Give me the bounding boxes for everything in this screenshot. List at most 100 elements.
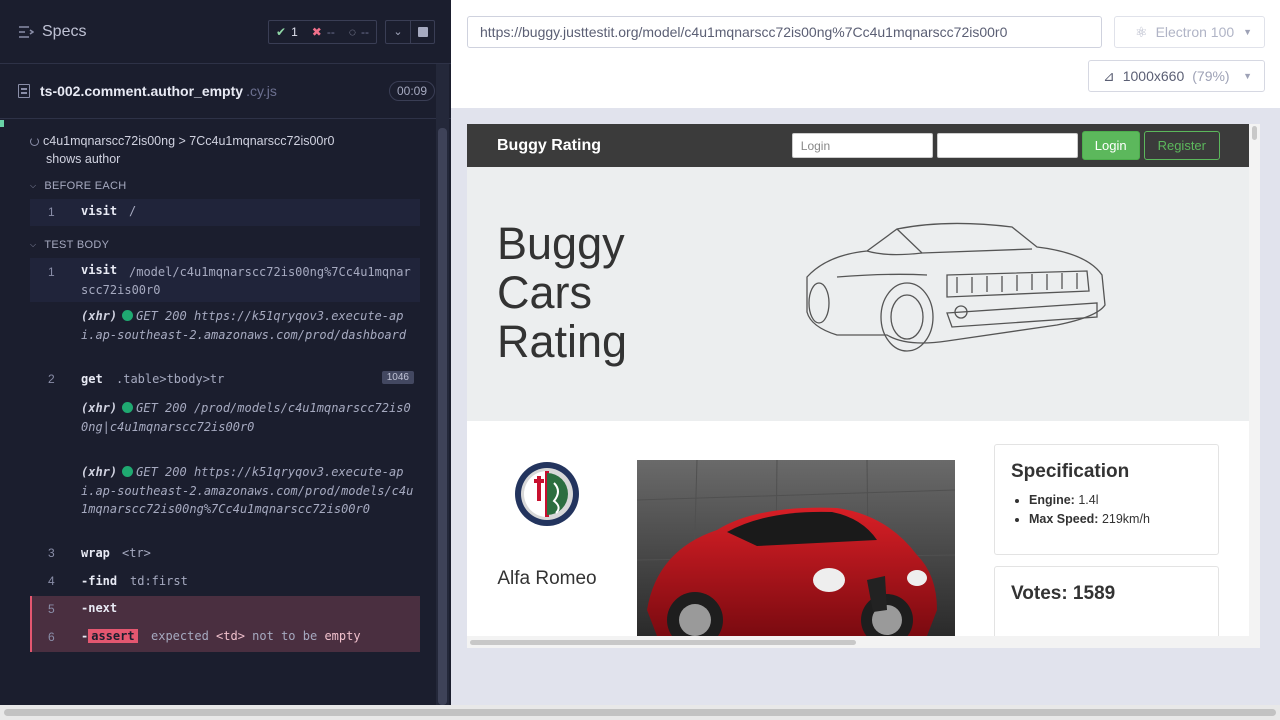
hero-title: Buggy Cars Rating bbox=[497, 219, 627, 366]
spec-item: Max Speed: 219km/h bbox=[1029, 510, 1202, 529]
command-number: 1 bbox=[48, 205, 55, 219]
model-detail: Alfa Romeo Specification Engine: 1.4l bbox=[467, 421, 1249, 636]
test-name: shows author bbox=[46, 152, 121, 166]
file-icon bbox=[18, 84, 30, 98]
failed-stat: ✖ -- bbox=[305, 25, 342, 39]
command-number: 2 bbox=[48, 372, 55, 386]
chevron-down-icon: ⌵ bbox=[30, 240, 37, 249]
test-body-label: TEST BODY bbox=[44, 239, 110, 251]
command-row[interactable]: 1 visit / bbox=[30, 199, 420, 226]
page-horizontal-scrollbar[interactable] bbox=[0, 705, 1280, 720]
failed-count: -- bbox=[326, 24, 335, 39]
element-count-badge: 1046 bbox=[381, 371, 414, 384]
command-number: 3 bbox=[48, 546, 55, 560]
progress-indicator bbox=[0, 120, 4, 127]
browser-selector[interactable]: ⚛ Electron 100 ▼ bbox=[1114, 16, 1265, 48]
spec-file-ext: .cy.js bbox=[246, 83, 277, 99]
url-bar[interactable]: https://buggy.justtestit.org/model/c4u1m… bbox=[467, 16, 1102, 48]
votes-count: Votes: 1589 bbox=[1011, 583, 1116, 604]
before-each-label: BEFORE EACH bbox=[44, 180, 127, 192]
command-message: <tr> bbox=[122, 546, 151, 560]
viewport-selector[interactable]: ⊿ 1000x660 (79%) ▼ bbox=[1088, 60, 1265, 92]
xhr-log-row[interactable]: (xhr) GET 200 https://k51qryqov3.execute-… bbox=[81, 307, 416, 344]
spec-list: Engine: 1.4l Max Speed: 219km/h bbox=[1011, 491, 1202, 529]
status-dot-icon bbox=[122, 402, 134, 413]
hero-title-line: Buggy bbox=[497, 218, 625, 269]
pending-stat: ◌ -- bbox=[342, 25, 376, 39]
spec-file-row[interactable]: ts-002.comment.author_empty .cy.js 00:09 bbox=[0, 64, 451, 119]
login-button[interactable]: Login bbox=[1081, 131, 1140, 160]
command-row[interactable]: 2 get .table>tbody>tr 1046 bbox=[30, 369, 420, 391]
specs-button[interactable]: Specs bbox=[18, 23, 86, 41]
command-name: wrap bbox=[81, 546, 110, 560]
command-message: / bbox=[129, 204, 137, 218]
spec-item: Engine: 1.4l bbox=[1029, 491, 1202, 510]
test-title[interactable]: c4u1mqnarscc72is00ng > 7Cc4u1mqnarscc72i… bbox=[30, 132, 420, 168]
login-form: Login Login Register bbox=[791, 131, 1249, 160]
alfa-romeo-logo[interactable] bbox=[514, 461, 580, 527]
assert-word: not to be bbox=[252, 629, 318, 643]
assert-message: expected <td> not to be empty bbox=[151, 629, 361, 643]
x-icon: ✖ bbox=[311, 24, 322, 39]
command-name: get bbox=[81, 372, 103, 386]
running-icon bbox=[30, 137, 39, 146]
command-row[interactable]: 4 -find td:first bbox=[30, 571, 420, 593]
command-number: 1 bbox=[48, 265, 55, 279]
passed-stat: ✔ 1 bbox=[269, 25, 305, 39]
site-brand[interactable]: Buggy Rating bbox=[497, 137, 601, 155]
command-number: 4 bbox=[48, 574, 55, 588]
spec-value: 1.4l bbox=[1078, 493, 1099, 507]
viewport-zoom: (79%) bbox=[1192, 68, 1230, 84]
command-row[interactable]: 1 visit /model/c4u1mqnarscc72is00ng%7Cc4… bbox=[30, 258, 420, 302]
assert-value: empty bbox=[324, 629, 361, 643]
command-name: visit bbox=[81, 204, 118, 218]
aut-vertical-scrollbar[interactable] bbox=[1249, 124, 1260, 636]
car-sketch-image bbox=[806, 222, 1106, 352]
xhr-label: (xhr) bbox=[81, 401, 118, 415]
aut-horizontal-scrollbar[interactable] bbox=[467, 636, 1260, 648]
xhr-label: (xhr) bbox=[81, 309, 118, 323]
aut-iframe: Buggy Rating Login Login Register Buggy … bbox=[467, 124, 1260, 648]
chevron-down-icon[interactable]: ⌄ bbox=[386, 21, 410, 43]
password-input[interactable] bbox=[936, 133, 1078, 158]
test-body-header[interactable]: ⌵ TEST BODY bbox=[30, 239, 109, 251]
xhr-log-row[interactable]: (xhr) GET 200 https://k51qryqov3.execute-… bbox=[81, 463, 416, 519]
viewport-size: 1000x660 bbox=[1122, 68, 1185, 84]
test-stats: ✔ 1 ✖ -- ◌ -- bbox=[268, 19, 377, 44]
browser-label: Electron 100 bbox=[1155, 24, 1235, 40]
xhr-method: GET 200 bbox=[136, 465, 187, 479]
xhr-log-row[interactable]: (xhr) GET 200 /prod/models/c4u1mqnarscc72… bbox=[81, 399, 416, 436]
command-message: td:first bbox=[130, 574, 188, 588]
spec-label: Engine: bbox=[1029, 493, 1075, 507]
hero-title-line: Rating bbox=[497, 316, 628, 367]
command-row[interactable]: 6 - assert expected <td> not to be empty bbox=[30, 624, 420, 652]
status-dot-icon bbox=[122, 466, 134, 477]
menu-icon bbox=[19, 25, 34, 38]
duration-badge: 00:09 bbox=[388, 81, 435, 101]
command-name: -next bbox=[81, 601, 118, 615]
spec-title: Specification bbox=[1011, 461, 1130, 482]
reporter-scrollbar[interactable] bbox=[438, 128, 447, 705]
command-message: /model/c4u1mqnarscc72is00ng%7Cc4u1mqnars… bbox=[81, 265, 411, 297]
command-number: 6 bbox=[48, 630, 55, 644]
check-icon: ✔ bbox=[276, 24, 287, 39]
assert-subject: <td> bbox=[216, 629, 245, 643]
stop-icon bbox=[417, 26, 428, 37]
command-row[interactable]: 3 wrap <tr> bbox=[30, 543, 420, 565]
stop-button[interactable] bbox=[410, 20, 434, 43]
site-navbar: Buggy Rating Login Login Register bbox=[467, 124, 1249, 167]
before-each-header[interactable]: ⌵ BEFORE EACH bbox=[30, 180, 127, 192]
votes-card: Votes: 1589 bbox=[994, 566, 1219, 636]
chevron-down-icon: ▼ bbox=[1243, 71, 1252, 81]
chevron-down-icon: ⌵ bbox=[30, 181, 37, 190]
make-name[interactable]: Alfa Romeo bbox=[497, 568, 597, 589]
ruler-icon: ⊿ bbox=[1103, 67, 1115, 84]
register-button[interactable]: Register bbox=[1143, 131, 1220, 160]
login-input[interactable]: Login bbox=[791, 133, 933, 158]
pending-count: -- bbox=[361, 24, 369, 39]
specs-label: Specs bbox=[42, 22, 87, 40]
xhr-method: GET 200 bbox=[136, 309, 187, 323]
car-photo bbox=[637, 460, 955, 636]
command-row[interactable]: 5 -next bbox=[30, 596, 420, 624]
assert-tag: assert bbox=[88, 629, 138, 643]
